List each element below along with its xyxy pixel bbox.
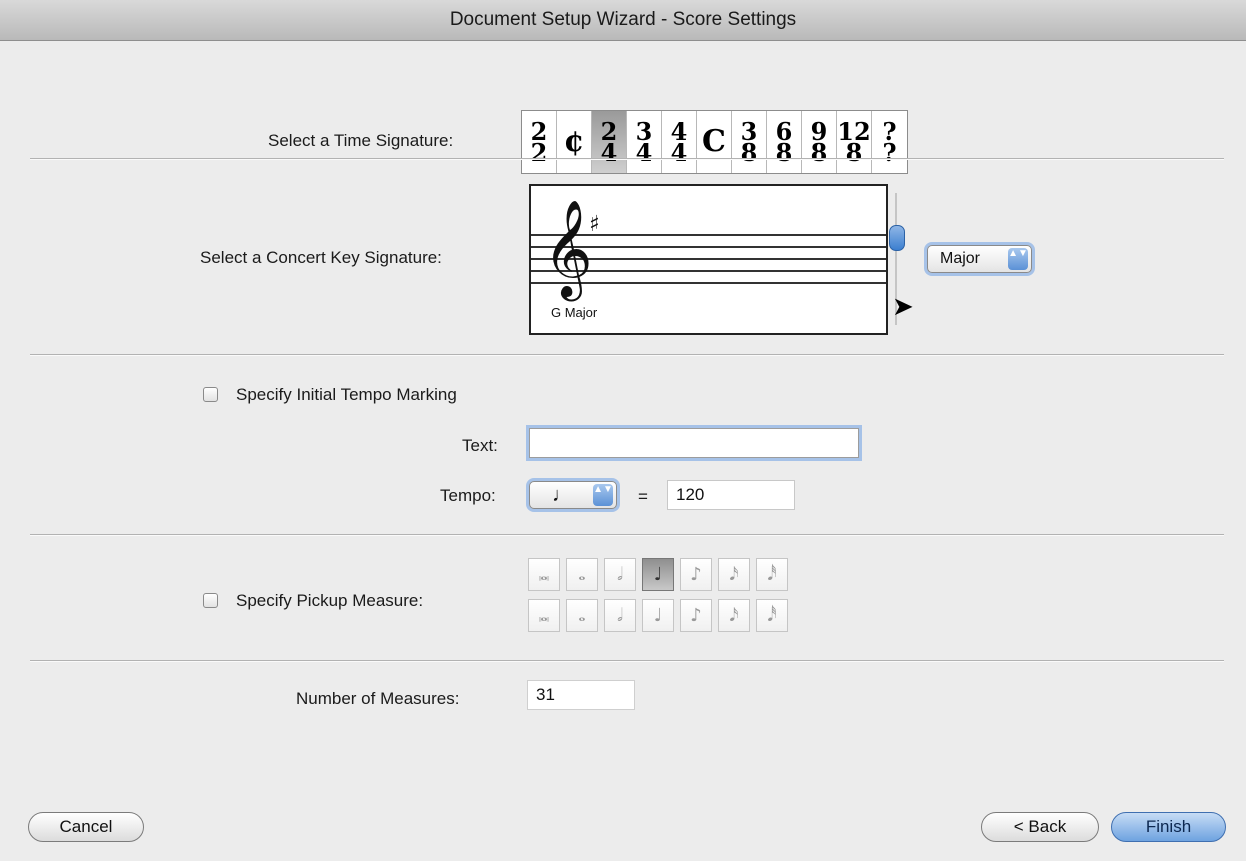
key-name: G Major [551, 305, 598, 320]
note-duration-icon: 𝅘𝅥𝅯 [729, 605, 739, 626]
separator [30, 158, 1224, 160]
time-signature-symbol: ¢ [563, 124, 585, 159]
note-duration-icon: ♩ [653, 605, 663, 626]
pickup-duration-button[interactable]: ♩ [642, 599, 674, 632]
pickup-checkbox-label: Specify Pickup Measure: [236, 591, 424, 610]
pickup-duration-button[interactable]: 𝅗𝅥 [604, 558, 636, 591]
note-duration-icon: 𝅗𝅥 [617, 564, 623, 585]
time-signature-option[interactable]: C [697, 111, 732, 173]
time-signature-option[interactable]: 44 [662, 111, 697, 173]
time-signature-option[interactable]: 98 [802, 111, 837, 173]
note-duration-icon: 𝅘𝅥𝅰 [767, 564, 777, 585]
separator [30, 354, 1224, 356]
note-duration-icon: 𝅘𝅥𝅰 [767, 605, 777, 626]
tempo-label: Tempo: [440, 486, 496, 505]
mode-select-value: Major [940, 250, 981, 267]
slider-thumb[interactable] [889, 225, 905, 251]
cancel-button[interactable]: Cancel [28, 812, 144, 842]
tempo-text-label: Text: [462, 436, 498, 455]
time-signature-option[interactable]: 34 [627, 111, 662, 173]
stepper-arrows-icon: ▲▼ [593, 484, 613, 506]
tempo-checkbox-label: Specify Initial Tempo Marking [236, 385, 457, 404]
pickup-duration-button[interactable]: 𝅜 [528, 599, 560, 632]
pickup-duration-button[interactable]: 𝅘𝅥𝅯 [718, 599, 750, 632]
tempo-note-select[interactable]: ♩ ▲▼ [529, 481, 617, 509]
wizard-content: Select a Time Signature: 2 2 ¢ 2 4 3 4 4 4 C 3 8 6 8 9… [0, 41, 1246, 861]
pickup-duration-button[interactable]: 𝅗𝅥 [604, 599, 636, 632]
note-duration-icon: 𝅘𝅥𝅯 [729, 564, 739, 585]
equals-sign: = [638, 487, 648, 506]
time-signature-option[interactable]: ¢ [557, 111, 592, 173]
window-titlebar: Document Setup Wizard - Score Settings [0, 0, 1246, 41]
note-duration-icon: 𝅜 [538, 605, 550, 626]
note-duration-icon: 𝅜 [538, 564, 550, 585]
pickup-duration-button[interactable]: ♩ [642, 558, 674, 591]
note-duration-icon: 𝅝 [578, 605, 586, 626]
time-signature-selector: 2 2 ¢ 2 4 3 4 4 4 C 3 8 6 8 9 8 12 8?? [521, 110, 908, 174]
measures-label: Number of Measures: [296, 689, 460, 708]
pickup-duration-button[interactable]: 𝅝 [566, 599, 598, 632]
time-signature-label: Select a Time Signature: [268, 131, 454, 150]
note-duration-icon: ♩ [653, 564, 663, 585]
mouse-cursor-icon: ➤ [892, 291, 914, 321]
time-signature-option[interactable]: 12 8 [837, 111, 872, 173]
pickup-duration-button[interactable]: ♪ [680, 558, 712, 591]
note-duration-icon: 𝅝 [578, 564, 586, 585]
separator [30, 660, 1224, 662]
time-signature-symbol: C [702, 124, 726, 159]
mode-select[interactable]: Major ▲▼ [927, 245, 1032, 273]
back-button[interactable]: < Back [981, 812, 1099, 842]
time-signature-option[interactable]: 68 [767, 111, 802, 173]
sharp-icon: ♯ [589, 212, 600, 237]
pickup-duration-grid: 𝅜 𝅝 𝅗𝅥 ♩ ♪ 𝅘𝅥𝅯 𝅘𝅥𝅰 𝅜 𝅝 𝅗𝅥 ♩ ♪ 𝅘𝅥𝅯 𝅘𝅥𝅰 [528, 558, 794, 632]
note-duration-icon: ♪ [690, 605, 702, 626]
pickup-duration-button[interactable]: 𝅘𝅥𝅯 [718, 558, 750, 591]
finish-button[interactable]: Finish [1111, 812, 1226, 842]
note-duration-icon: ♪ [690, 564, 702, 585]
pickup-duration-button[interactable]: 𝅘𝅥𝅰 [756, 558, 788, 591]
time-signature-option[interactable]: ?? [872, 111, 907, 173]
pickup-duration-button[interactable]: ♪ [680, 599, 712, 632]
separator [30, 534, 1224, 536]
tempo-checkbox[interactable] [203, 387, 218, 402]
pickup-duration-button[interactable]: 𝅝 [566, 558, 598, 591]
note-duration-icon: 𝅗𝅥 [617, 605, 623, 626]
time-signature-option[interactable]: 24 [592, 111, 627, 173]
stepper-arrows-icon: ▲▼ [1008, 248, 1028, 270]
quarter-note-icon: ♩ [552, 484, 572, 506]
tempo-value-input[interactable]: 120 [667, 480, 795, 510]
pickup-checkbox[interactable] [203, 593, 218, 608]
key-signature-label: Select a Concert Key Signature: [200, 248, 442, 267]
pickup-duration-button[interactable]: 𝅜 [528, 558, 560, 591]
key-signature-staff[interactable]: 𝄞 ♯ G Major [529, 184, 888, 335]
treble-clef-icon: 𝄞 [543, 199, 593, 297]
pickup-duration-button[interactable]: 𝅘𝅥𝅰 [756, 599, 788, 632]
time-signature-option[interactable]: 22 [522, 111, 557, 173]
measures-input[interactable]: 31 [527, 680, 635, 710]
time-signature-option[interactable]: 38 [732, 111, 767, 173]
window-title: Document Setup Wizard - Score Settings [449, 9, 797, 30]
tempo-text-input[interactable] [529, 428, 859, 458]
